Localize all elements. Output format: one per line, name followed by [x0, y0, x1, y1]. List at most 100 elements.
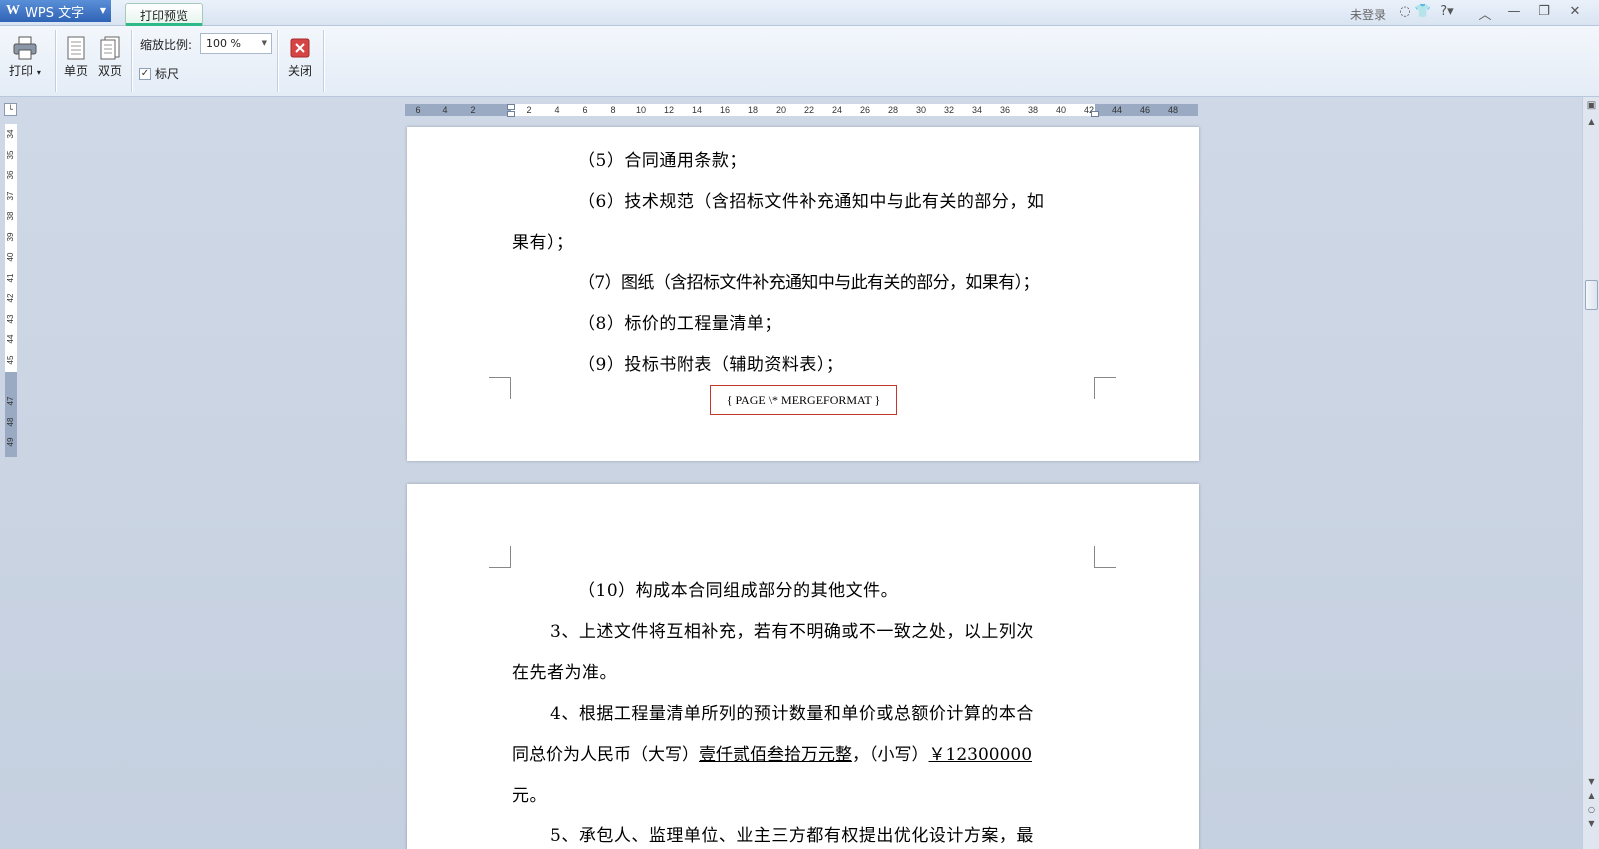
- paragraph-line: 在先者为准。: [512, 663, 617, 683]
- ruler-tick-label: 44: [6, 334, 15, 344]
- close-icon[interactable]: ✕: [1566, 4, 1584, 19]
- next-page-icon[interactable]: ▼: [1583, 819, 1599, 828]
- collapse-icon[interactable]: ︿: [1476, 4, 1494, 23]
- print-label: 打印: [9, 64, 34, 78]
- paragraph-line: （9）投标书附表（辅助资料表）；: [578, 355, 844, 375]
- ruler-tick-label: 36: [6, 170, 15, 180]
- tab-label: 打印预览: [139, 8, 188, 23]
- chevron-down-icon: ▾: [36, 68, 41, 77]
- wps-logo-icon: W: [6, 3, 20, 18]
- document-page[interactable]: （5）合同通用条款； （6）技术规范（含招标文件补充通知中与此有关的部分，如 果…: [407, 127, 1199, 461]
- ruler-tick-label: 2: [526, 105, 532, 115]
- tab-stop-selector[interactable]: └: [4, 103, 17, 116]
- double-page-button[interactable]: 双页: [98, 36, 122, 79]
- ruler-tick-label: 41: [6, 273, 15, 283]
- ruler-tick-label: 34: [6, 129, 15, 139]
- ruler-tick-label: 18: [747, 105, 759, 115]
- ruler-tick-label: 47: [6, 396, 15, 406]
- amount-in-figures: ￥12300000: [928, 745, 1033, 765]
- ruler-tick-label: 30: [915, 105, 927, 115]
- ruler-tick-label: 12: [663, 105, 675, 115]
- scrollbar-thumb[interactable]: [1585, 280, 1598, 310]
- ruler-tick-label: 24: [831, 105, 843, 115]
- zoom-label: 缩放比例:: [140, 38, 193, 52]
- paragraph-line: （7）图纸（含招标文件补充通知中与此有关的部分，如果有）；: [578, 273, 1040, 293]
- crop-mark: [1094, 377, 1116, 399]
- ruler-tick-label: 6: [415, 105, 421, 115]
- ruler-tick-label: 40: [1055, 105, 1067, 115]
- vertical-scrollbar[interactable]: ▣ ▲ ▼ ▲ ○ ▼: [1582, 97, 1599, 849]
- printer-icon: [13, 36, 37, 60]
- scroll-down-icon[interactable]: ▼: [1583, 777, 1599, 786]
- indent-marker[interactable]: [507, 104, 515, 110]
- paragraph-line: 3、上述文件将互相补充，若有不明确或不一致之处，以上列次: [550, 622, 1034, 642]
- indent-marker[interactable]: [507, 111, 515, 117]
- ruler-tick-label: 26: [859, 105, 871, 115]
- crop-mark: [489, 377, 511, 399]
- horizontal-ruler[interactable]: 6 4 2 2 4 6 8 10 12 14 16 18 20 22 24 26 28 30 32 34 36 38 40 4…: [405, 104, 1198, 117]
- close-preview-button[interactable]: 关闭: [288, 38, 312, 79]
- crop-mark: [1094, 546, 1116, 568]
- ruler-tick-label: 34: [971, 105, 983, 115]
- ruler-tick-label: 14: [691, 105, 703, 115]
- tab-print-preview[interactable]: 打印预览: [125, 3, 203, 26]
- ruler-tick-label: 37: [6, 191, 15, 201]
- login-status[interactable]: 未登录: [1350, 6, 1386, 23]
- ruler-tick-label: 36: [999, 105, 1011, 115]
- app-menu-button[interactable]: W WPS 文字 ▼: [0, 0, 111, 22]
- paragraph-line: 5、承包人、监理单位、业主三方都有权提出优化设计方案，最: [550, 826, 1034, 846]
- ruler-tick-label: 28: [887, 105, 899, 115]
- crop-mark: [489, 546, 511, 568]
- close-red-icon: [290, 38, 310, 58]
- ruler-toggle[interactable]: ✓ 标尺: [139, 65, 179, 82]
- ruler-tick-label: 4: [554, 105, 560, 115]
- ruler-tick-label: 44: [1111, 105, 1123, 115]
- zoom-value: 100 %: [206, 37, 241, 50]
- page-number-field[interactable]: { PAGE \* MERGEFORMAT }: [710, 385, 897, 415]
- ruler-tick-label: 49: [6, 437, 15, 447]
- app-name: WPS 文字: [25, 5, 85, 21]
- ruler-tick-label: 6: [582, 105, 588, 115]
- ruler-tick-label: 20: [775, 105, 787, 115]
- ruler-tick-label: 43: [6, 314, 15, 324]
- ruler-tick-label: 35: [6, 150, 15, 160]
- ruler-tick-label: 38: [6, 211, 15, 221]
- contract-price-prefix: 同总价为人民币（大写）: [512, 745, 699, 765]
- paragraph-line: （5）合同通用条款；: [578, 151, 747, 171]
- zoom-select[interactable]: 100 % ▼: [200, 33, 272, 54]
- indent-marker[interactable]: [1091, 111, 1099, 117]
- double-page-icon: [100, 36, 120, 60]
- print-preview-toolbar: 打印 ▾ 单页 双页 缩放比例: 100 % ▼ ✓ 标尺 关闭: [0, 26, 1599, 97]
- document-page[interactable]: （10）构成本合同组成部分的其他文件。 3、上述文件将互相补充，若有不明确或不一…: [407, 484, 1199, 849]
- ruler-toggle-icon[interactable]: ▣: [1583, 100, 1599, 111]
- help-icon[interactable]: ?▾: [1434, 4, 1460, 19]
- toolbar-divider: [131, 30, 132, 92]
- document-workspace[interactable]: └ 6 4 2 2 4 6 8 10 12 14 16 18 20 22 24 26 28 30 32 34 36 38 4…: [0, 97, 1582, 849]
- previous-page-icon[interactable]: ▲: [1583, 791, 1599, 800]
- ruler-tick-label: 32: [943, 105, 955, 115]
- single-page-button[interactable]: 单页: [64, 36, 88, 79]
- minimize-icon[interactable]: —: [1505, 4, 1523, 19]
- ruler-tick-label: 48: [6, 417, 15, 427]
- toolbar-divider: [277, 30, 278, 92]
- ruler-tick-label: 2: [470, 105, 476, 115]
- checkbox-checked-icon[interactable]: ✓: [139, 67, 151, 80]
- vertical-ruler[interactable]: 34 35 36 37 38 39 40 41 42 43 44 45 47 48 49: [5, 124, 17, 457]
- chevron-down-icon: ▼: [99, 6, 106, 15]
- toolbar-divider: [55, 30, 56, 92]
- scroll-up-icon[interactable]: ▲: [1583, 117, 1599, 126]
- single-page-icon: [67, 36, 85, 60]
- contract-price-mid: ，（小写）: [852, 745, 929, 765]
- ruler-label: 标尺: [155, 67, 180, 81]
- paragraph-line: 果有）；: [512, 233, 574, 253]
- ruler-tick-label: 22: [803, 105, 815, 115]
- shirt-icon[interactable]: 👕: [1414, 4, 1432, 19]
- ruler-tick-label: 48: [1167, 105, 1179, 115]
- select-browse-object-icon[interactable]: ○: [1583, 805, 1599, 814]
- ruler-tick-label: 45: [6, 355, 15, 365]
- ruler-tick-label: 16: [719, 105, 731, 115]
- print-button[interactable]: 打印 ▾: [9, 36, 41, 79]
- paragraph-line: 4、根据工程量清单所列的预计数量和单价或总额价计算的本合: [550, 704, 1034, 724]
- chat-icon[interactable]: ◌: [1396, 4, 1414, 19]
- restore-icon[interactable]: ❐: [1535, 4, 1553, 19]
